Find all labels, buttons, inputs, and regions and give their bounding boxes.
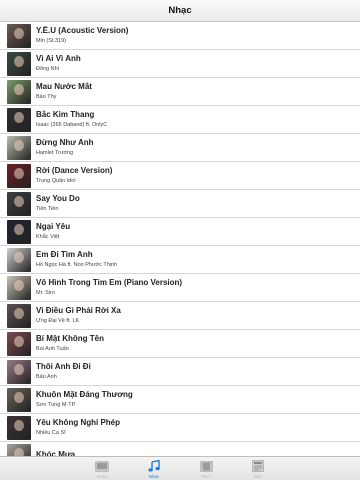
song-row[interactable]: Mau Nước Mắt Bảo Thy: [0, 78, 360, 106]
song-artist: Nhiều Ca Sĩ: [36, 430, 66, 436]
song-artist: Min (St.319): [36, 38, 66, 44]
song-artist: Hamlet Trương: [36, 150, 74, 156]
album-art-thumbnail: [7, 415, 31, 440]
song-artist: Trung Quân Idol: [36, 178, 76, 184]
newspaper-icon: [251, 460, 265, 472]
song-row[interactable]: Say You Do Tiên Tiên: [0, 190, 360, 218]
tab-music[interactable]: Nhạc: [128, 457, 180, 480]
song-artist: Sơn Tùng M-TP: [36, 402, 76, 408]
song-row[interactable]: Bí Mật Không Tên Bùi Anh Tuấn: [0, 330, 360, 358]
song-row[interactable]: Rời (Dance Version) Trung Quân Idol: [0, 162, 360, 190]
album-art-thumbnail: [7, 303, 31, 328]
song-row[interactable]: Khóc Mưa: [0, 442, 360, 456]
song-artist: Hồ Ngọc Hà ft. Noo Phước Thịnh: [36, 262, 118, 268]
song-info: Rời (Dance Version) Trung Quân Idol: [36, 166, 112, 185]
song-row[interactable]: Đừng Như Anh Hamlet Trương: [0, 134, 360, 162]
song-info: Ngại Yêu Khắc Việt: [36, 222, 70, 241]
song-artist: Bảo Thy: [36, 94, 57, 100]
tab-video-label: Video: [96, 474, 108, 479]
song-row[interactable]: Yêu Không Nghỉ Phép Nhiều Ca Sĩ: [0, 414, 360, 442]
song-artist: Tiên Tiên: [36, 206, 59, 212]
song-artist: Bảo Anh: [36, 374, 57, 380]
album-art-thumbnail: [7, 191, 31, 216]
song-info: Mau Nước Mắt Bảo Thy: [36, 82, 92, 101]
song-title: Em Đi Tìm Anh: [36, 250, 93, 259]
video-icon: [95, 460, 109, 472]
tab-news-label: Báo: [253, 474, 262, 479]
album-art-thumbnail: [7, 219, 31, 244]
song-title: Vô Hình Trong Tim Em (Piano Version): [36, 278, 183, 287]
song-info: Yêu Không Nghỉ Phép Nhiều Ca Sĩ: [36, 418, 120, 437]
song-title: Ngại Yêu: [36, 222, 71, 231]
song-title: Vì Điều Gì Phải Rời Xa: [36, 306, 121, 315]
album-art-thumbnail: [7, 135, 31, 160]
tab-film[interactable]: Phim: [180, 457, 232, 480]
song-artist: Ưng Đại Vệ ft. LK: [36, 318, 80, 324]
song-artist: Mr. Siro: [36, 290, 55, 296]
song-row[interactable]: Em Đi Tìm Anh Hồ Ngọc Hà ft. Noo Phước Th…: [0, 246, 360, 274]
album-art-thumbnail: [7, 359, 31, 384]
tab-music-label: Nhạc: [148, 474, 160, 479]
song-info: Y.Ê.U (Acoustic Version) Min (St.319): [36, 26, 128, 45]
tab-bar: Video Nhạc Phim Báo: [0, 456, 360, 480]
song-info: Thôi Anh Đi Đi Bảo Anh: [36, 362, 91, 381]
song-row[interactable]: Khuôn Mặt Đáng Thương Sơn Tùng M-TP: [0, 386, 360, 414]
song-row[interactable]: Thôi Anh Đi Đi Bảo Anh: [0, 358, 360, 386]
song-title: Say You Do: [36, 194, 80, 203]
navigation-bar: Nhạc: [0, 0, 360, 22]
song-title: Bắc Kim Thang: [36, 110, 95, 119]
album-art-thumbnail: [7, 51, 31, 76]
song-artist: Isaac (365 Daband) ft. OnlyC: [36, 122, 108, 128]
song-title: Y.Ê.U (Acoustic Version): [36, 26, 129, 35]
song-info: Khuôn Mặt Đáng Thương Sơn Tùng M-TP: [36, 390, 133, 409]
song-info: Vô Hình Trong Tim Em (Piano Version) Mr. …: [36, 278, 182, 297]
song-info: Đừng Như Anh Hamlet Trương: [36, 138, 94, 157]
song-title: Đừng Như Anh: [36, 138, 94, 147]
song-title: Bí Mật Không Tên: [36, 334, 104, 343]
song-info: Vì Điều Gì Phải Rời Xa Ưng Đại Vệ ft. LK: [36, 306, 121, 325]
song-info: Em Đi Tìm Anh Hồ Ngọc Hà ft. Noo Phước Th…: [36, 250, 117, 269]
song-list[interactable]: Y.Ê.U (Acoustic Version) Min (St.319) Vì A…: [0, 22, 360, 456]
page-title: Nhạc: [168, 5, 192, 16]
album-art-thumbnail: [7, 443, 31, 456]
album-art-thumbnail: [7, 79, 31, 104]
tab-film-label: Phim: [200, 474, 212, 479]
song-row[interactable]: Vô Hình Trong Tim Em (Piano Version) Mr. …: [0, 274, 360, 302]
song-title: Rời (Dance Version): [36, 166, 113, 175]
album-art-thumbnail: [7, 275, 31, 300]
album-art-thumbnail: [7, 163, 31, 188]
music-note-icon: [147, 460, 161, 472]
song-artist: Khắc Việt: [36, 234, 60, 240]
album-art-thumbnail: [7, 23, 31, 48]
song-row[interactable]: Ngại Yêu Khắc Việt: [0, 218, 360, 246]
song-row[interactable]: Vì Ai Vì Anh Đông Nhi: [0, 50, 360, 78]
song-row[interactable]: Vì Điều Gì Phải Rời Xa Ưng Đại Vệ ft. LK: [0, 302, 360, 330]
album-art-thumbnail: [7, 107, 31, 132]
tab-news[interactable]: Báo: [232, 457, 284, 480]
film-icon: [199, 460, 213, 472]
song-artist: Bùi Anh Tuấn: [36, 346, 69, 352]
song-info: Bắc Kim Thang Isaac (365 Daband) ft. Only…: [36, 110, 107, 129]
tab-video[interactable]: Video: [76, 457, 128, 480]
song-title: Mau Nước Mắt: [36, 82, 92, 91]
album-art-thumbnail: [7, 387, 31, 412]
song-title: Yêu Không Nghỉ Phép: [36, 418, 120, 427]
song-title: Khuôn Mặt Đáng Thương: [36, 390, 133, 399]
song-row[interactable]: Bắc Kim Thang Isaac (365 Daband) ft. Only…: [0, 106, 360, 134]
song-row[interactable]: Y.Ê.U (Acoustic Version) Min (St.319): [0, 22, 360, 50]
album-art-thumbnail: [7, 247, 31, 272]
song-artist: Đông Nhi: [36, 66, 59, 72]
song-info: Vì Ai Vì Anh Đông Nhi: [36, 54, 81, 73]
song-info: Bí Mật Không Tên Bùi Anh Tuấn: [36, 334, 104, 353]
song-title: Thôi Anh Đi Đi: [36, 362, 91, 371]
album-art-thumbnail: [7, 331, 31, 356]
song-title: Vì Ai Vì Anh: [36, 54, 81, 63]
song-info: Say You Do Tiên Tiên: [36, 194, 80, 213]
